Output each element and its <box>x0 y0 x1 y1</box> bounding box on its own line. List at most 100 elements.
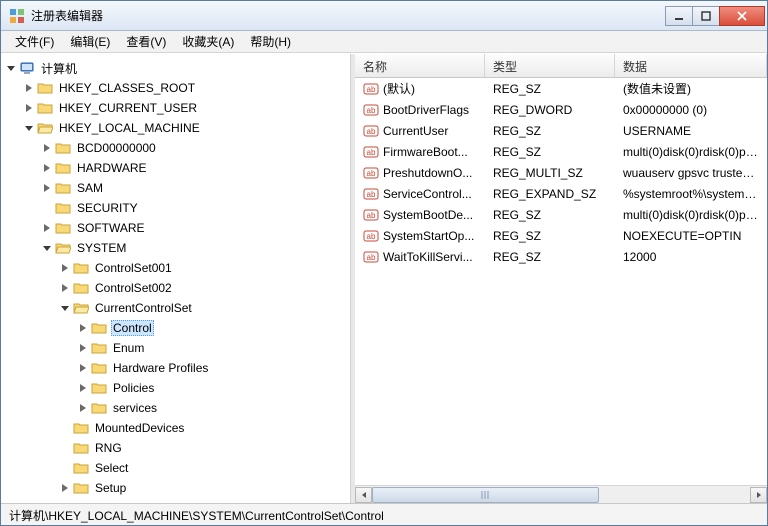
scroll-track[interactable] <box>372 487 750 503</box>
tree-services[interactable]: services <box>73 398 350 418</box>
value-row[interactable]: ServiceControl...REG_EXPAND_SZ%systemroo… <box>355 183 767 204</box>
tree-label: MountedDevices <box>93 420 186 436</box>
expander-icon[interactable] <box>41 242 53 254</box>
value-row[interactable]: WaitToKillServi...REG_SZ12000 <box>355 246 767 267</box>
tree-policies[interactable]: Policies <box>73 378 350 398</box>
menu-edit[interactable]: 编辑(E) <box>62 31 118 52</box>
expander-icon[interactable] <box>23 82 35 94</box>
minimize-button[interactable] <box>665 6 693 26</box>
expander-icon[interactable] <box>77 402 89 414</box>
expander-icon[interactable] <box>77 382 89 394</box>
expander-icon[interactable] <box>59 302 71 314</box>
value-type: REG_SZ <box>485 124 615 138</box>
value-row[interactable]: (默认)REG_SZ(数值未设置) <box>355 78 767 99</box>
menu-view[interactable]: 查看(V) <box>118 31 174 52</box>
folder-icon <box>91 400 107 416</box>
expander-icon[interactable] <box>5 62 17 74</box>
value-row[interactable]: SystemBootDe...REG_SZmulti(0)disk(0)rdis… <box>355 204 767 225</box>
horizontal-scrollbar[interactable] <box>355 485 767 503</box>
scroll-right-button[interactable] <box>750 487 767 503</box>
tree-root-computer[interactable]: 计算机 <box>1 58 350 78</box>
expander-icon[interactable] <box>59 262 71 274</box>
expander-icon[interactable] <box>59 462 71 474</box>
expander-icon[interactable] <box>41 162 53 174</box>
tree-controlset001[interactable]: ControlSet001 <box>55 258 350 278</box>
tree-bcd[interactable]: BCD00000000 <box>37 138 350 158</box>
expander-icon[interactable] <box>41 222 53 234</box>
window-controls <box>666 6 765 26</box>
column-name[interactable]: 名称 <box>355 54 485 77</box>
tree-currentcontrolset[interactable]: CurrentControlSet <box>55 298 350 318</box>
tree-sam[interactable]: SAM <box>37 178 350 198</box>
tree-software[interactable]: SOFTWARE <box>37 218 350 238</box>
expander-icon[interactable] <box>77 362 89 374</box>
tree-label: Enum <box>111 340 146 356</box>
list-header: 名称 类型 数据 <box>355 54 767 78</box>
expander-icon[interactable] <box>77 342 89 354</box>
folder-icon <box>91 320 107 336</box>
list-body[interactable]: (默认)REG_SZ(数值未设置) BootDriverFlags REG_DWOR… <box>355 78 767 485</box>
value-row[interactable]: CurrentUserREG_SZUSERNAME <box>355 120 767 141</box>
tree-hardware-profiles[interactable]: Hardware Profiles <box>73 358 350 378</box>
tree-hkcu[interactable]: HKEY_CURRENT_USER <box>19 98 350 118</box>
menu-file[interactable]: 文件(F) <box>7 31 62 52</box>
value-name: BootDriverFlags <box>383 103 469 117</box>
folder-icon <box>55 180 71 196</box>
values-pane: 名称 类型 数据 (默认)REG_SZ(数值未设置) BootDriverFlag… <box>355 54 767 503</box>
expander-icon[interactable] <box>59 422 71 434</box>
app-icon <box>9 8 25 24</box>
tree-mounteddevices[interactable]: MountedDevices <box>55 418 350 438</box>
column-data[interactable]: 数据 <box>615 54 767 77</box>
expander-icon[interactable] <box>59 482 71 494</box>
tree-pane[interactable]: 计算机 HKEY_CLASSES_ROOT HKEY_CURRENT_USER <box>1 54 351 503</box>
close-icon <box>737 11 747 21</box>
close-button[interactable] <box>719 6 765 26</box>
tree-security[interactable]: SECURITY <box>37 198 350 218</box>
tree-hardware[interactable]: HARDWARE <box>37 158 350 178</box>
tree-label: ControlSet001 <box>93 260 174 276</box>
expander-icon[interactable] <box>77 322 89 334</box>
tree-hklm[interactable]: HKEY_LOCAL_MACHINE <box>19 118 350 138</box>
value-type: REG_DWORD <box>485 103 615 117</box>
maximize-button[interactable] <box>692 6 720 26</box>
value-row[interactable]: BootDriverFlagsREG_DWORD0x00000000 (0) <box>355 99 767 120</box>
expander-icon[interactable] <box>23 102 35 114</box>
titlebar[interactable]: 注册表编辑器 <box>1 1 767 31</box>
expander-icon[interactable] <box>41 202 53 214</box>
expander-icon[interactable] <box>23 122 35 134</box>
value-data: (数值未设置) <box>615 80 767 97</box>
status-path: 计算机\HKEY_LOCAL_MACHINE\SYSTEM\CurrentCon… <box>9 509 384 523</box>
tree-label: services <box>111 400 159 416</box>
value-row[interactable]: FirmwareBoot...REG_SZmulti(0)disk(0)rdis… <box>355 141 767 162</box>
folder-icon <box>73 480 89 496</box>
tree-control[interactable]: Control <box>73 318 350 338</box>
minimize-icon <box>674 11 684 21</box>
value-type: REG_SZ <box>485 208 615 222</box>
expander-icon[interactable] <box>59 442 71 454</box>
computer-icon <box>19 60 35 76</box>
folder-icon <box>55 220 71 236</box>
tree-system[interactable]: SYSTEM <box>37 238 350 258</box>
value-row[interactable]: SystemStartOp...REG_SZ NOEXECUTE=OPTIN <box>355 225 767 246</box>
tree-select[interactable]: Select <box>55 458 350 478</box>
column-type[interactable]: 类型 <box>485 54 615 77</box>
maximize-icon <box>701 11 711 21</box>
tree-setup[interactable]: Setup <box>55 478 350 498</box>
scroll-thumb[interactable] <box>372 487 599 503</box>
menubar: 文件(F) 编辑(E) 查看(V) 收藏夹(A) 帮助(H) <box>1 31 767 53</box>
tree-enum[interactable]: Enum <box>73 338 350 358</box>
tree-controlset002[interactable]: ControlSet002 <box>55 278 350 298</box>
tree-rng[interactable]: RNG <box>55 438 350 458</box>
folder-icon <box>55 200 71 216</box>
menu-help[interactable]: 帮助(H) <box>242 31 299 52</box>
tree-hkcr[interactable]: HKEY_CLASSES_ROOT <box>19 78 350 98</box>
menu-favorites[interactable]: 收藏夹(A) <box>174 31 242 52</box>
string-value-icon <box>363 165 379 181</box>
expander-icon[interactable] <box>59 282 71 294</box>
expander-icon[interactable] <box>41 142 53 154</box>
tree-label: Control <box>111 320 154 336</box>
folder-icon <box>73 420 89 436</box>
scroll-left-button[interactable] <box>355 487 372 503</box>
expander-icon[interactable] <box>41 182 53 194</box>
value-row[interactable]: PreshutdownO...REG_MULTI_SZwuauserv gpsv… <box>355 162 767 183</box>
